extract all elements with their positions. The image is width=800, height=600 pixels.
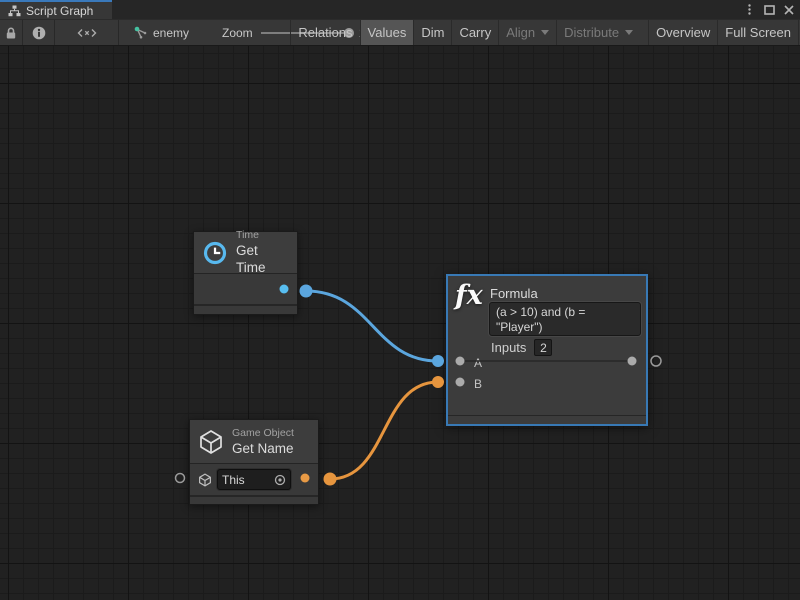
formula-expression-input[interactable]: (a > 10) and (b = "Player") [489,302,641,336]
script-graph-window: Script Graph [0,0,800,600]
align-button[interactable]: Align [498,20,556,45]
dim-button[interactable]: Dim [413,20,451,45]
carry-button[interactable]: Carry [451,20,498,45]
wire-start-dot-orange[interactable] [324,473,337,486]
toolbar-buttons: Relations Values Dim Carry Align Distrib… [290,20,799,45]
port-label-b: B [474,377,482,391]
tab-script-graph[interactable]: Script Graph [0,0,112,19]
node-get-name-body: This [190,464,318,495]
graph-canvas[interactable]: Time Get Time Game Object Get Name [0,46,800,600]
inputs-label: Inputs [491,340,526,355]
wire-end-dot-orange[interactable] [432,376,444,388]
graph-name-group[interactable]: enemy [133,20,189,45]
node-get-name-footer [190,495,318,504]
node-get-name-header[interactable]: Game Object Get Name [190,420,318,464]
wire-get-name-to-formula-b[interactable] [330,382,438,479]
port-label-a: A [474,356,482,370]
lock-icon [4,26,18,40]
close-icon[interactable] [782,3,796,17]
maximize-icon[interactable] [762,3,776,17]
more-vertical-icon[interactable] [742,3,756,17]
node-category: Time [236,229,287,242]
formula-inputs-row: Inputs 2 [491,339,552,356]
target-object-value: This [222,473,274,487]
graph-hierarchy-icon [8,5,21,17]
node-get-time-footer [194,304,297,314]
node-title: Get Time [236,242,287,276]
fullscreen-button[interactable]: Full Screen [717,20,799,45]
cube-icon [198,429,224,455]
graph-name-label: enemy [153,26,189,40]
node-get-name[interactable]: Game Object Get Name This [189,419,319,505]
target-object-field[interactable]: This [217,469,291,490]
zoom-label: Zoom [222,26,253,40]
info-icon [32,26,46,40]
graph-toolbar: enemy Zoom 1x Relations Values Dim Carry… [0,19,800,46]
tab-label: Script Graph [26,4,93,18]
chevron-down-icon [541,30,549,35]
clock-icon [202,239,228,267]
distribute-button[interactable]: Distribute [556,20,640,45]
node-category: Game Object [232,427,294,440]
object-picker-icon[interactable] [274,474,286,486]
tab-bar: Script Graph [0,0,800,19]
node-formula-footer [448,415,646,424]
node-get-time[interactable]: Time Get Time [193,231,298,315]
node-get-time-body [194,274,297,304]
inputs-count-input[interactable]: 2 [534,339,552,356]
lock-button[interactable] [0,20,23,45]
code-preview-button[interactable] [55,20,119,45]
node-get-time-header[interactable]: Time Get Time [194,232,297,274]
node-title: Formula [490,286,538,301]
node-title: Get Name [232,440,294,457]
wire-start-dot-blue[interactable] [300,285,313,298]
overview-button[interactable]: Overview [648,20,717,45]
relations-button[interactable]: Relations [290,20,359,45]
window-controls [742,0,796,19]
connections-layer [0,46,800,600]
formula-result-unconnected-port[interactable] [651,356,661,366]
formula-fx-icon: fx [455,280,483,311]
chevron-down-icon [625,30,633,35]
node-formula[interactable]: fx Formula (a > 10) and (b = "Player") I… [446,274,648,426]
info-button[interactable] [23,20,55,45]
cube-icon [198,473,212,487]
code-preview-icon [77,26,97,40]
graph-icon [133,25,148,40]
values-button[interactable]: Values [360,20,414,45]
wire-end-dot-blue[interactable] [432,355,444,367]
wire-get-time-to-formula-a[interactable] [306,291,438,361]
get-name-input-unconnected-port[interactable] [176,474,185,483]
toolbar-left-group [0,20,119,45]
